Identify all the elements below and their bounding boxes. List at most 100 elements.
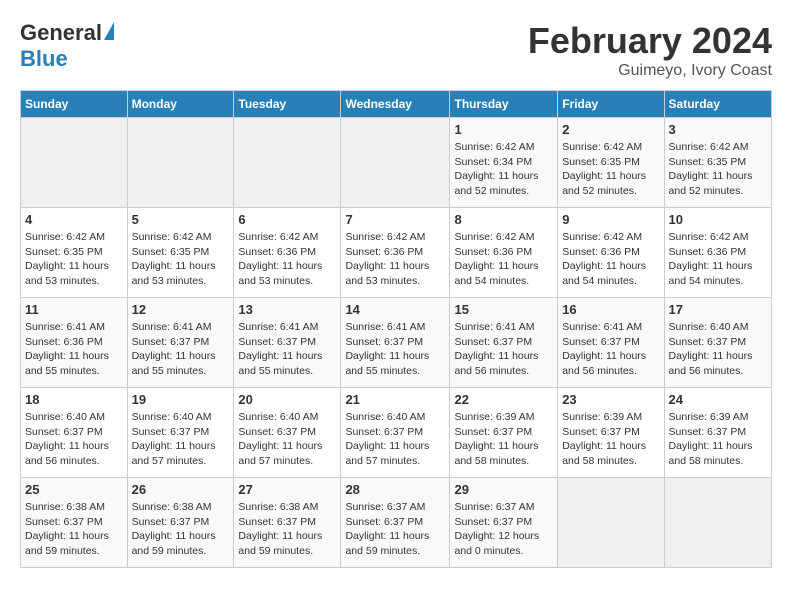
day-number: 12: [132, 302, 230, 317]
day-number: 19: [132, 392, 230, 407]
calendar-cell: 1 Sunrise: 6:42 AM Sunset: 6:34 PM Daylig…: [450, 118, 558, 208]
calendar-cell: [21, 118, 128, 208]
day-number: 9: [562, 212, 659, 227]
day-number: 23: [562, 392, 659, 407]
column-header-sunday: Sunday: [21, 91, 128, 118]
day-info: Sunrise: 6:38 AM Sunset: 6:37 PM Dayligh…: [238, 500, 336, 559]
calendar-cell: 26Sunrise: 6:38 AM Sunset: 6:37 PM Dayli…: [127, 478, 234, 568]
day-info: Sunrise: 6:42 AM Sunset: 6:36 PM Dayligh…: [669, 230, 767, 289]
day-number: 7: [345, 212, 445, 227]
day-number: 11: [25, 302, 123, 317]
calendar-cell: 13 Sunrise: 6:41 AM Sunset: 6:37 PM Dayli…: [234, 298, 341, 388]
day-number: 15: [454, 302, 553, 317]
week-row-2: 4 Sunrise: 6:42 AM Sunset: 6:35 PM Daylig…: [21, 208, 772, 298]
calendar-cell: 16 Sunrise: 6:41 AM Sunset: 6:37 PM Dayli…: [558, 298, 664, 388]
day-number: 14: [345, 302, 445, 317]
day-number: 6: [238, 212, 336, 227]
logo-general-text: General: [20, 20, 102, 46]
calendar-cell: [341, 118, 450, 208]
subtitle: Guimeyo, Ivory Coast: [528, 62, 772, 80]
calendar-cell: 28 Sunrise: 6:37 AM Sunset: 6:37 PM Dayli…: [341, 478, 450, 568]
calendar-cell: 19 Sunrise: 6:40 AM Sunset: 6:37 PM Dayli…: [127, 388, 234, 478]
calendar-cell: 23Sunrise: 6:39 AM Sunset: 6:37 PM Dayli…: [558, 388, 664, 478]
day-number: 1: [454, 122, 553, 137]
day-info: Sunrise: 6:42 AM Sunset: 6:35 PM Dayligh…: [562, 140, 659, 199]
day-info: Sunrise: 6:40 AM Sunset: 6:37 PM Dayligh…: [345, 410, 445, 469]
day-info: Sunrise: 6:41 AM Sunset: 6:37 PM Dayligh…: [562, 320, 659, 379]
week-row-1: 1 Sunrise: 6:42 AM Sunset: 6:34 PM Daylig…: [21, 118, 772, 208]
calendar-cell: [558, 478, 664, 568]
calendar-cell: 15Sunrise: 6:41 AM Sunset: 6:37 PM Dayli…: [450, 298, 558, 388]
calendar-cell: 3 Sunrise: 6:42 AM Sunset: 6:35 PM Daylig…: [664, 118, 771, 208]
calendar-cell: 17Sunrise: 6:40 AM Sunset: 6:37 PM Dayli…: [664, 298, 771, 388]
day-info: Sunrise: 6:37 AM Sunset: 6:37 PM Dayligh…: [454, 500, 553, 559]
day-number: 24: [669, 392, 767, 407]
day-number: 25: [25, 482, 123, 497]
day-info: Sunrise: 6:42 AM Sunset: 6:35 PM Dayligh…: [25, 230, 123, 289]
calendar-cell: 22 Sunrise: 6:39 AM Sunset: 6:37 PM Dayli…: [450, 388, 558, 478]
page-header: General Blue February 2024 Guimeyo, Ivor…: [20, 20, 772, 80]
calendar-cell: 11Sunrise: 6:41 AM Sunset: 6:36 PM Dayli…: [21, 298, 128, 388]
day-info: Sunrise: 6:42 AM Sunset: 6:35 PM Dayligh…: [132, 230, 230, 289]
week-row-5: 25 Sunrise: 6:38 AM Sunset: 6:37 PM Dayli…: [21, 478, 772, 568]
calendar-cell: 6 Sunrise: 6:42 AM Sunset: 6:36 PM Daylig…: [234, 208, 341, 298]
day-number: 28: [345, 482, 445, 497]
day-info: Sunrise: 6:37 AM Sunset: 6:37 PM Dayligh…: [345, 500, 445, 559]
calendar-cell: 27 Sunrise: 6:38 AM Sunset: 6:37 PM Dayli…: [234, 478, 341, 568]
day-info: Sunrise: 6:40 AM Sunset: 6:37 PM Dayligh…: [669, 320, 767, 379]
calendar-cell: 21Sunrise: 6:40 AM Sunset: 6:37 PM Dayli…: [341, 388, 450, 478]
calendar-cell: 9 Sunrise: 6:42 AM Sunset: 6:36 PM Daylig…: [558, 208, 664, 298]
calendar-cell: 12 Sunrise: 6:41 AM Sunset: 6:37 PM Dayli…: [127, 298, 234, 388]
calendar-cell: 5 Sunrise: 6:42 AM Sunset: 6:35 PM Daylig…: [127, 208, 234, 298]
day-info: Sunrise: 6:39 AM Sunset: 6:37 PM Dayligh…: [454, 410, 553, 469]
column-header-wednesday: Wednesday: [341, 91, 450, 118]
day-info: Sunrise: 6:40 AM Sunset: 6:37 PM Dayligh…: [25, 410, 123, 469]
logo-blue-text: Blue: [20, 46, 68, 72]
week-row-4: 18 Sunrise: 6:40 AM Sunset: 6:37 PM Dayli…: [21, 388, 772, 478]
title-block: February 2024 Guimeyo, Ivory Coast: [528, 20, 772, 80]
day-info: Sunrise: 6:39 AM Sunset: 6:37 PM Dayligh…: [669, 410, 767, 469]
column-header-friday: Friday: [558, 91, 664, 118]
day-number: 20: [238, 392, 336, 407]
column-header-saturday: Saturday: [664, 91, 771, 118]
day-number: 5: [132, 212, 230, 227]
calendar-cell: 4 Sunrise: 6:42 AM Sunset: 6:35 PM Daylig…: [21, 208, 128, 298]
day-number: 29: [454, 482, 553, 497]
day-info: Sunrise: 6:42 AM Sunset: 6:36 PM Dayligh…: [454, 230, 553, 289]
day-number: 4: [25, 212, 123, 227]
calendar-cell: 20 Sunrise: 6:40 AM Sunset: 6:37 PM Dayli…: [234, 388, 341, 478]
calendar-cell: 2 Sunrise: 6:42 AM Sunset: 6:35 PM Daylig…: [558, 118, 664, 208]
day-info: Sunrise: 6:41 AM Sunset: 6:37 PM Dayligh…: [345, 320, 445, 379]
calendar-cell: 7Sunrise: 6:42 AM Sunset: 6:36 PM Daylig…: [341, 208, 450, 298]
logo-triangle-icon: [104, 22, 114, 40]
logo: General Blue: [20, 20, 114, 72]
calendar-cell: [127, 118, 234, 208]
day-info: Sunrise: 6:41 AM Sunset: 6:37 PM Dayligh…: [238, 320, 336, 379]
column-header-thursday: Thursday: [450, 91, 558, 118]
day-number: 22: [454, 392, 553, 407]
calendar-cell: [664, 478, 771, 568]
day-info: Sunrise: 6:38 AM Sunset: 6:37 PM Dayligh…: [132, 500, 230, 559]
day-info: Sunrise: 6:42 AM Sunset: 6:35 PM Dayligh…: [669, 140, 767, 199]
calendar-cell: 14 Sunrise: 6:41 AM Sunset: 6:37 PM Dayli…: [341, 298, 450, 388]
day-info: Sunrise: 6:42 AM Sunset: 6:36 PM Dayligh…: [562, 230, 659, 289]
day-number: 10: [669, 212, 767, 227]
day-number: 2: [562, 122, 659, 137]
day-number: 13: [238, 302, 336, 317]
week-row-3: 11Sunrise: 6:41 AM Sunset: 6:36 PM Dayli…: [21, 298, 772, 388]
day-info: Sunrise: 6:42 AM Sunset: 6:36 PM Dayligh…: [238, 230, 336, 289]
calendar-cell: 8 Sunrise: 6:42 AM Sunset: 6:36 PM Daylig…: [450, 208, 558, 298]
day-info: Sunrise: 6:40 AM Sunset: 6:37 PM Dayligh…: [238, 410, 336, 469]
calendar-cell: 10 Sunrise: 6:42 AM Sunset: 6:36 PM Dayli…: [664, 208, 771, 298]
day-info: Sunrise: 6:38 AM Sunset: 6:37 PM Dayligh…: [25, 500, 123, 559]
day-number: 3: [669, 122, 767, 137]
day-number: 27: [238, 482, 336, 497]
day-number: 16: [562, 302, 659, 317]
day-number: 18: [25, 392, 123, 407]
day-info: Sunrise: 6:40 AM Sunset: 6:37 PM Dayligh…: [132, 410, 230, 469]
calendar-cell: 25 Sunrise: 6:38 AM Sunset: 6:37 PM Dayli…: [21, 478, 128, 568]
day-number: 8: [454, 212, 553, 227]
day-info: Sunrise: 6:41 AM Sunset: 6:37 PM Dayligh…: [132, 320, 230, 379]
calendar-cell: 29 Sunrise: 6:37 AM Sunset: 6:37 PM Dayli…: [450, 478, 558, 568]
day-info: Sunrise: 6:42 AM Sunset: 6:34 PM Dayligh…: [454, 140, 553, 199]
